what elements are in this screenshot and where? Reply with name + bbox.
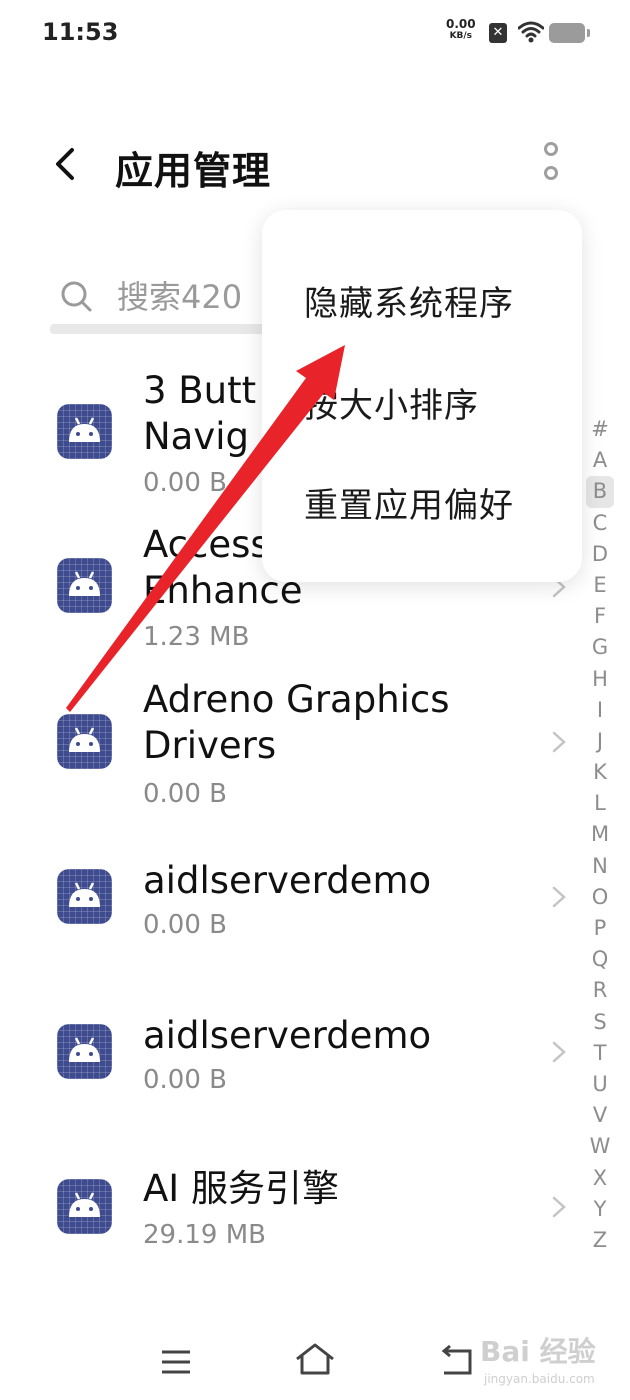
back-button[interactable]	[48, 140, 88, 190]
index-letter[interactable]: D	[586, 539, 614, 570]
app-name: aidlserverdemo	[143, 859, 432, 902]
vertical-dots-icon	[544, 142, 558, 156]
app-name: Access	[143, 523, 270, 566]
app-size: 1.23 MB	[143, 622, 250, 652]
app-name-line2: Navig	[143, 415, 250, 458]
alphabet-index[interactable]: # A B C D E F G H I J K L M N O P Q R S T U V W X Y Z	[586, 414, 614, 1256]
index-letter[interactable]: M	[586, 819, 614, 850]
network-speed: 0.00 KB/s	[446, 18, 476, 42]
network-speed-value: 0.00	[446, 17, 476, 31]
index-letter[interactable]: Y	[586, 1194, 614, 1225]
index-letter[interactable]: V	[586, 1100, 614, 1131]
page-title: 应用管理	[115, 149, 272, 193]
index-letter[interactable]: R	[586, 975, 614, 1006]
index-letter[interactable]: #	[586, 414, 614, 445]
app-size: 0.00 B	[143, 468, 227, 498]
nav-menu-button[interactable]	[160, 1348, 192, 1376]
app-name: AI 服务引擎	[143, 1167, 339, 1210]
network-speed-unit: KB/s	[449, 31, 473, 41]
app-name: Adreno Graphics	[143, 678, 450, 721]
index-letter[interactable]: I	[586, 695, 614, 726]
android-app-icon	[57, 1179, 112, 1234]
index-letter[interactable]: G	[586, 632, 614, 663]
index-letter[interactable]: F	[586, 601, 614, 632]
android-app-icon	[57, 714, 112, 769]
list-item[interactable]: aidlserverdemo 0.00 B	[0, 1009, 580, 1119]
index-letter[interactable]: W	[586, 1131, 614, 1162]
wifi-icon	[518, 21, 544, 43]
index-letter[interactable]: H	[586, 664, 614, 695]
chevron-right-icon	[552, 1041, 566, 1063]
index-letter[interactable]: T	[586, 1038, 614, 1069]
chevron-right-icon	[552, 731, 566, 753]
index-letter[interactable]: E	[586, 570, 614, 601]
index-letter[interactable]: X	[586, 1163, 614, 1194]
menu-item-hide-system-apps[interactable]: 隐藏系统程序	[304, 276, 514, 325]
index-letter[interactable]: K	[586, 757, 614, 788]
android-app-icon	[57, 869, 112, 924]
watermark-url: jingyan.baidu.com	[484, 1372, 595, 1386]
app-name: aidlserverdemo	[143, 1014, 432, 1057]
index-letter[interactable]: P	[586, 913, 614, 944]
android-app-icon	[57, 558, 112, 613]
index-letter[interactable]: C	[586, 508, 614, 539]
nav-home-button[interactable]	[294, 1342, 336, 1376]
list-item[interactable]: AI 服务引擎 29.19 MB	[0, 1164, 580, 1274]
app-size: 0.00 B	[143, 910, 227, 940]
app-name: 3 Butt	[143, 369, 257, 412]
app-name-line2: Drivers	[143, 724, 277, 767]
index-letter[interactable]: S	[586, 1007, 614, 1038]
search-icon	[61, 281, 92, 312]
index-letter[interactable]: Z	[586, 1225, 614, 1256]
index-letter[interactable]: J	[586, 726, 614, 757]
app-size: 0.00 B	[143, 779, 227, 809]
index-letter[interactable]: Q	[586, 944, 614, 975]
index-letter[interactable]: A	[586, 445, 614, 476]
index-letter[interactable]: U	[586, 1069, 614, 1100]
more-options-button[interactable]	[537, 142, 569, 188]
app-size: 29.19 MB	[143, 1220, 266, 1250]
menu-item-reset-app-preferences[interactable]: 重置应用偏好	[304, 478, 514, 527]
search-input[interactable]: 搜索420	[117, 272, 242, 318]
app-size: 0.00 B	[143, 1065, 227, 1095]
popup-menu: 隐藏系统程序 按大小排序 重置应用偏好	[262, 210, 582, 582]
chevron-right-icon	[552, 1196, 566, 1218]
chevron-right-icon	[552, 886, 566, 908]
list-item[interactable]: aidlserverdemo 0.00 B	[0, 854, 580, 964]
menu-item-sort-by-size[interactable]: 按大小排序	[304, 378, 479, 427]
android-app-icon	[57, 1024, 112, 1079]
no-sim-icon: ✕	[489, 23, 507, 43]
android-app-icon	[57, 404, 112, 459]
index-letter[interactable]: L	[586, 788, 614, 819]
index-letter[interactable]: O	[586, 882, 614, 913]
nav-back-button[interactable]	[440, 1345, 474, 1377]
list-item[interactable]: Adreno Graphics Drivers 0.00 B	[0, 677, 580, 817]
watermark-logo: Bai 经验	[480, 1335, 596, 1368]
index-letter[interactable]: N	[586, 851, 614, 882]
battery-icon	[549, 23, 590, 43]
status-time: 11:53	[42, 18, 119, 46]
index-letter[interactable]: B	[586, 476, 614, 508]
